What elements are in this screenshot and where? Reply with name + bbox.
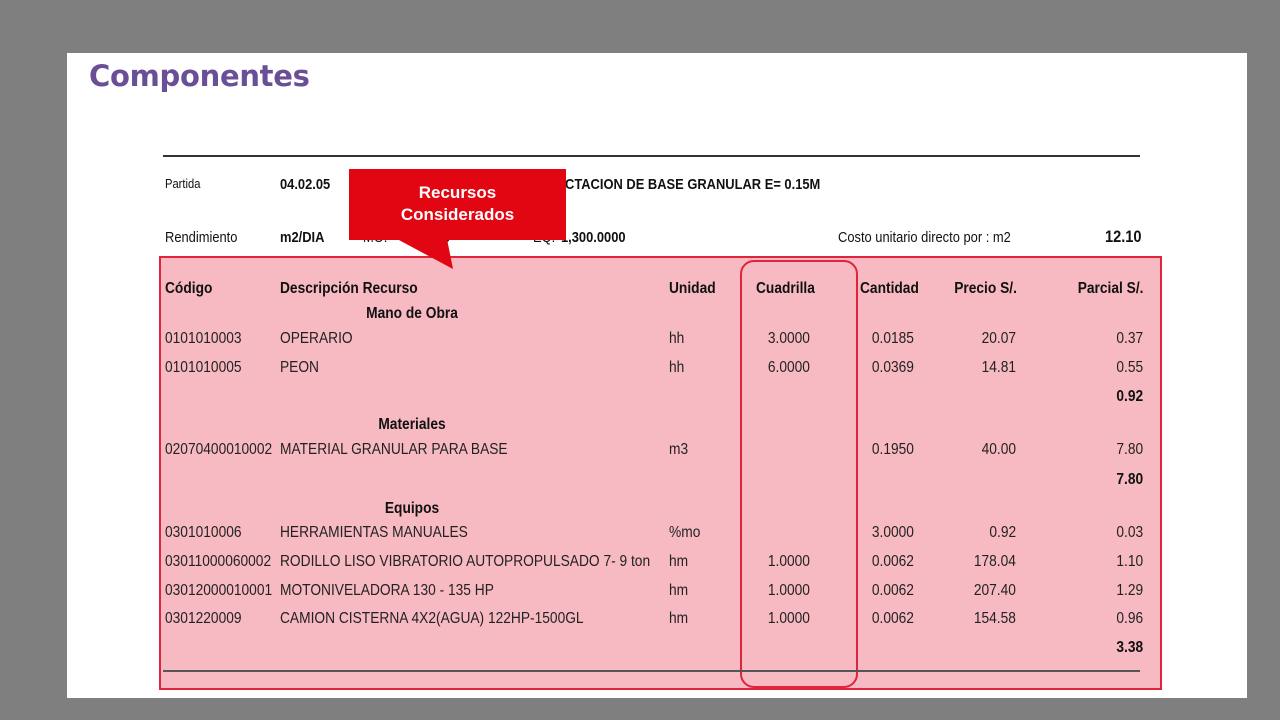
- slide: Componentes Partida 04.02.05 CTACION DE …: [67, 53, 1247, 698]
- callout-pointer: [397, 239, 453, 269]
- recursos-considerados-callout: Recursos Considerados: [349, 169, 566, 240]
- cost-analysis-document: Partida 04.02.05 CTACION DE BASE GRANULA…: [67, 53, 1247, 698]
- callout-line-2: Considerados: [400, 205, 515, 224]
- callout-line-1: Recursos: [418, 183, 497, 202]
